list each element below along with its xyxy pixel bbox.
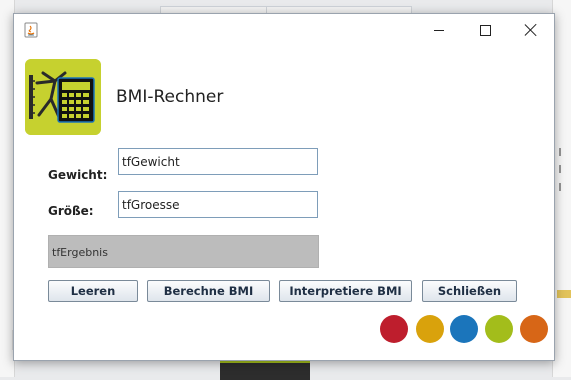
weight-label: Gewicht: bbox=[48, 168, 108, 182]
minimize-button[interactable] bbox=[416, 14, 462, 46]
app-title: BMI-Rechner bbox=[116, 87, 224, 107]
background-image-fragment bbox=[220, 360, 310, 380]
height-input[interactable] bbox=[118, 191, 318, 218]
bmi-window: BMI-Rechner Gewicht: Größe: tfErgebnis L… bbox=[13, 13, 555, 361]
minimize-icon bbox=[434, 29, 444, 31]
java-icon bbox=[24, 22, 38, 38]
color-dot-blue bbox=[450, 315, 478, 343]
clear-button[interactable]: Leeren bbox=[48, 280, 138, 302]
result-field: tfErgebnis bbox=[48, 235, 319, 268]
color-dot-yellow bbox=[416, 315, 444, 343]
maximize-button[interactable] bbox=[462, 14, 508, 46]
color-dot-green bbox=[485, 315, 513, 343]
calculator-figure-icon bbox=[25, 59, 101, 135]
height-label: Größe: bbox=[48, 204, 94, 218]
title-bar[interactable] bbox=[14, 14, 554, 46]
close-button[interactable]: Schließen bbox=[422, 280, 517, 302]
maximize-icon bbox=[479, 24, 491, 36]
calculate-bmi-button[interactable]: Berechne BMI bbox=[147, 280, 270, 302]
color-dot-orange bbox=[520, 315, 548, 343]
close-icon bbox=[525, 24, 537, 36]
interpret-bmi-button[interactable]: Interpretiere BMI bbox=[279, 280, 412, 302]
close-window-button[interactable] bbox=[508, 14, 554, 46]
weight-input[interactable] bbox=[118, 148, 318, 175]
color-dot-red bbox=[380, 315, 408, 343]
